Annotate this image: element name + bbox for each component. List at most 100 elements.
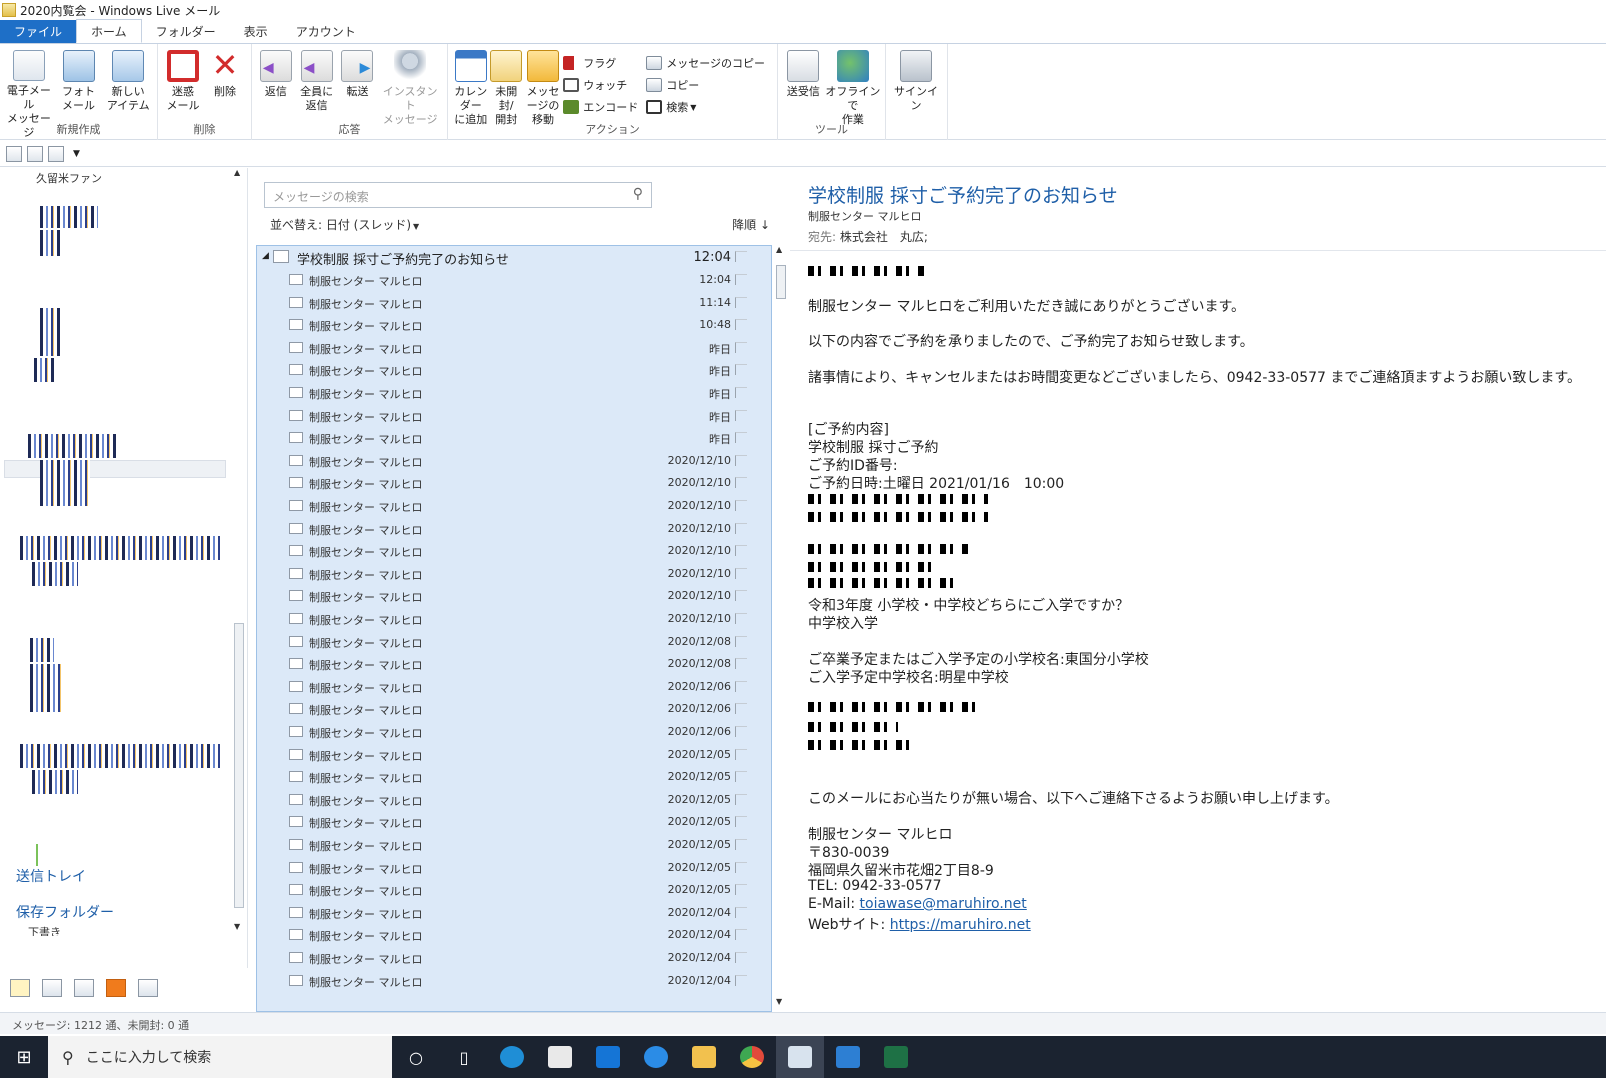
flag-icon[interactable] xyxy=(735,409,747,421)
tab-folder[interactable]: フォルダー xyxy=(142,20,230,43)
tab-home[interactable]: ホーム xyxy=(76,19,142,43)
message-row[interactable]: 制服センター マルヒロ 11:14 xyxy=(257,292,769,315)
flag-icon[interactable] xyxy=(735,364,747,376)
flag-icon[interactable] xyxy=(735,974,747,986)
folder-saved[interactable]: 保存フォルダー xyxy=(16,902,114,922)
taskbar-search-input[interactable]: ⚲ ここに入力して検索 xyxy=(48,1036,392,1078)
rss-feed-icon[interactable] xyxy=(106,979,126,997)
flag-icon[interactable] xyxy=(735,929,747,941)
message-row[interactable]: 制服センター マルヒロ 10:48 xyxy=(257,314,769,337)
flag-icon[interactable] xyxy=(735,816,747,828)
message-row[interactable]: 制服センター マルヒロ 2020/12/10 xyxy=(257,608,769,631)
mail-app-icon[interactable] xyxy=(584,1036,632,1078)
tab-view[interactable]: 表示 xyxy=(230,20,282,43)
flag-icon[interactable] xyxy=(735,748,747,760)
task-view-icon[interactable]: ▯ xyxy=(440,1036,488,1078)
tab-account[interactable]: アカウント xyxy=(282,20,370,43)
flag-icon[interactable] xyxy=(735,952,747,963)
folder-pane-scrollbar[interactable]: ▲ ▼ xyxy=(232,168,246,968)
flag-icon[interactable] xyxy=(735,251,747,262)
file-explorer-icon[interactable] xyxy=(680,1036,728,1078)
flag-icon[interactable] xyxy=(735,387,747,398)
scroll-up-arrow-icon[interactable]: ▲ xyxy=(776,245,782,254)
web-link[interactable]: https://maruhiro.net xyxy=(890,917,1031,933)
message-row[interactable]: 制服センター マルヒロ 昨日 xyxy=(257,405,769,428)
store-bag-icon[interactable] xyxy=(536,1036,584,1078)
sort-order-toggle[interactable]: 降順 ↓ xyxy=(732,216,770,233)
message-search-input[interactable]: メッセージの検索 ⚲ xyxy=(264,182,652,208)
flag-icon[interactable] xyxy=(735,771,747,783)
message-row[interactable]: 制服センター マルヒロ 昨日 xyxy=(257,382,769,405)
flag-icon[interactable] xyxy=(735,319,747,331)
flag-icon[interactable] xyxy=(735,680,747,692)
ie-browser-icon[interactable] xyxy=(632,1036,680,1078)
quick-reply-icon[interactable] xyxy=(27,145,43,162)
flag-icon[interactable] xyxy=(735,454,747,466)
scrollbar-thumb[interactable] xyxy=(776,265,786,299)
quick-customize-chevron-icon[interactable]: ▼ xyxy=(73,149,80,159)
flag-icon[interactable] xyxy=(735,432,747,444)
folder-partial-top[interactable]: 久留米ファン xyxy=(36,170,102,186)
email-sender[interactable]: 制服センター マルヒロ xyxy=(808,208,922,224)
scroll-up-arrow-icon[interactable]: ▲ xyxy=(234,168,240,177)
message-row[interactable]: 制服センター マルヒロ 2020/12/10 xyxy=(257,450,769,473)
message-row[interactable]: 制服センター マルヒロ 昨日 xyxy=(257,427,769,450)
flag-icon[interactable] xyxy=(735,274,747,285)
photos-app-icon[interactable] xyxy=(824,1036,872,1078)
tab-file[interactable]: ファイル xyxy=(0,20,77,43)
message-row[interactable]: 制服センター マルヒロ 昨日 xyxy=(257,337,769,360)
cortana-circle-icon[interactable]: ○ xyxy=(392,1036,440,1078)
message-row[interactable]: 制服センター マルヒロ 2020/12/10 xyxy=(257,585,769,608)
sign-in-button[interactable]: サインイン xyxy=(890,50,942,140)
chrome-browser-icon[interactable] xyxy=(728,1036,776,1078)
message-row[interactable]: 制服センター マルヒロ 2020/12/05 xyxy=(257,834,769,857)
selected-folder-row[interactable] xyxy=(4,460,226,478)
flag-icon[interactable] xyxy=(735,906,747,918)
copy-button[interactable]: コピー xyxy=(646,74,765,96)
message-row[interactable]: 制服センター マルヒロ 2020/12/05 xyxy=(257,811,769,834)
message-row[interactable]: 制服センター マルヒロ 2020/12/05 xyxy=(257,744,769,767)
mail-nav-icon[interactable] xyxy=(10,979,30,997)
flag-icon[interactable] xyxy=(735,296,747,308)
expand-triangle-icon[interactable]: ◢ xyxy=(262,251,269,261)
flag-icon[interactable] xyxy=(735,635,747,647)
flag-icon[interactable] xyxy=(735,884,747,896)
flag-icon[interactable] xyxy=(735,590,747,602)
message-row[interactable]: 制服センター マルヒロ 2020/12/04 xyxy=(257,924,769,947)
copy-message-button[interactable]: メッセージのコピー xyxy=(646,52,765,74)
message-row[interactable]: 制服センター マルヒロ 12:04 xyxy=(257,269,769,292)
message-row[interactable]: 制服センター マルヒロ 2020/12/04 xyxy=(257,947,769,970)
flag-icon[interactable] xyxy=(735,341,747,353)
quick-send-receive-icon[interactable] xyxy=(48,145,64,162)
start-windows-icon[interactable]: ⊞ xyxy=(0,1036,48,1078)
flag-button[interactable]: フラグ xyxy=(563,52,638,74)
message-row[interactable]: 制服センター マルヒロ 2020/12/04 xyxy=(257,902,769,925)
message-row[interactable]: 制服センター マルヒロ 2020/12/06 xyxy=(257,721,769,744)
flag-icon[interactable] xyxy=(735,500,747,511)
edge-browser-icon[interactable] xyxy=(488,1036,536,1078)
message-row[interactable]: 制服センター マルヒロ 2020/12/10 xyxy=(257,518,769,541)
scroll-down-arrow-icon[interactable]: ▼ xyxy=(234,922,240,931)
message-row[interactable]: 制服センター マルヒロ 昨日 xyxy=(257,359,769,382)
message-list-scrollbar[interactable]: ▲ ▼ xyxy=(774,245,788,1012)
message-row[interactable]: 制服センター マルヒロ 2020/12/05 xyxy=(257,857,769,880)
message-row[interactable]: 制服センター マルヒロ 2020/12/08 xyxy=(257,653,769,676)
flag-icon[interactable] xyxy=(735,567,747,579)
folder-outbox[interactable]: 送信トレイ xyxy=(16,866,86,886)
thread-header-row[interactable]: ◢ 学校制服 採寸ご予約完了のお知らせ 12:04 xyxy=(257,246,769,269)
flag-icon[interactable] xyxy=(735,613,747,624)
email-link[interactable]: toiawase@maruhiro.net xyxy=(860,896,1027,912)
flag-icon[interactable] xyxy=(735,477,747,489)
message-row[interactable]: 制服センター マルヒロ 2020/12/05 xyxy=(257,789,769,812)
message-row[interactable]: 制服センター マルヒロ 2020/12/06 xyxy=(257,676,769,699)
message-row[interactable]: 制服センター マルヒロ 2020/12/10 xyxy=(257,472,769,495)
windows-live-mail-icon[interactable] xyxy=(776,1036,824,1078)
watch-button[interactable]: ウォッチ xyxy=(563,74,638,96)
message-row[interactable]: 制服センター マルヒロ 2020/12/05 xyxy=(257,879,769,902)
message-row[interactable]: 制服センター マルヒロ 2020/12/10 xyxy=(257,563,769,586)
quick-new-icon[interactable] xyxy=(6,145,22,162)
search-button[interactable]: 検索 ▼ xyxy=(646,96,765,118)
flag-icon[interactable] xyxy=(735,839,747,850)
flag-icon[interactable] xyxy=(735,545,747,557)
message-row[interactable]: 制服センター マルヒロ 2020/12/04 xyxy=(257,970,769,993)
